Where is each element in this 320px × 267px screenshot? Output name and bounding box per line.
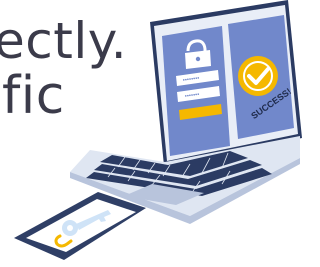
security-illustration: •••••••• ••••••• SUCCESS! — [14, 0, 302, 260]
page: ectly. fic •••••••• ••••••• SUCCESS! — [0, 0, 303, 267]
laptop: •••••••• ••••••• SUCCESS! — [70, 0, 302, 224]
phone — [14, 192, 146, 260]
success-check-badge — [238, 56, 278, 96]
